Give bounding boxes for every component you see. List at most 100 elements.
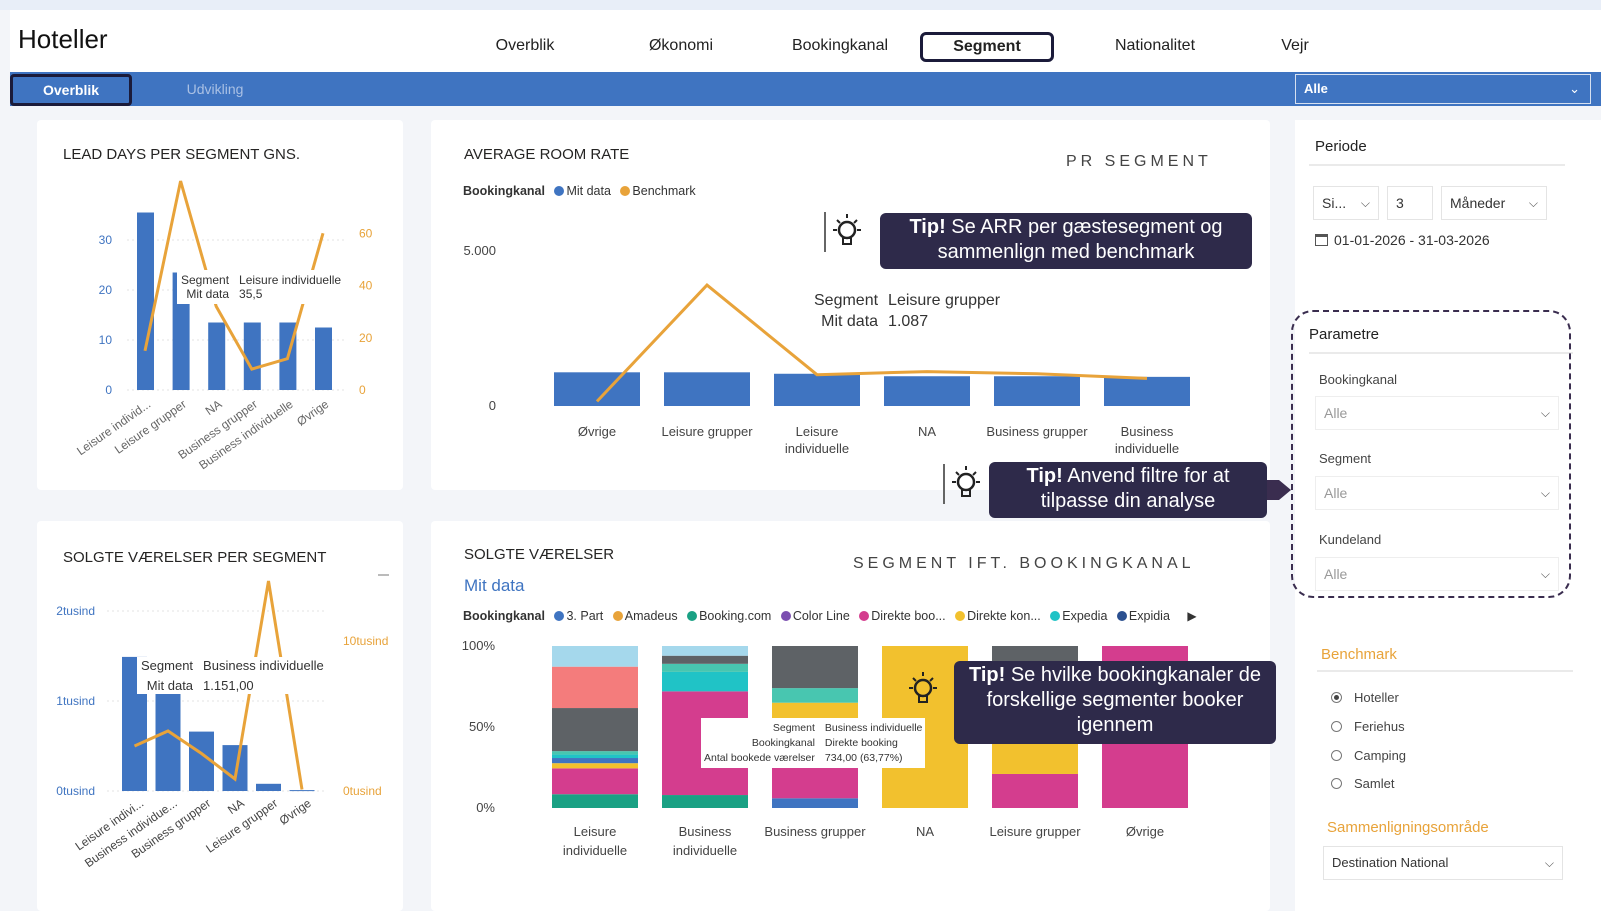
top-slicer[interactable]: Alle ⌄ (1295, 74, 1591, 104)
tooltip-value: Business individuelle (824, 722, 923, 734)
lead-days-tooltip: Segment Leisure individuelle Mit data 35,5 (177, 270, 346, 304)
tab-segment[interactable]: Segment (920, 32, 1054, 62)
tooltip-key: Antal bookede værelser (704, 752, 815, 764)
radio-label: Camping (1354, 748, 1407, 763)
y-tick-label-right: 40 (359, 279, 373, 293)
tab-nationalitet[interactable]: Nationalitet (1095, 32, 1215, 62)
lightbulb-icon (824, 212, 861, 252)
compare-area-dropdown[interactable]: Destination National ⌵ (1323, 846, 1563, 880)
top-slicer-value: Alle (1304, 81, 1328, 96)
radio-hoteller[interactable]: Hoteller (1331, 690, 1399, 705)
divider (1309, 164, 1565, 166)
stacked-bar-segment (662, 671, 748, 692)
tab-bookingkanal[interactable]: Bookingkanal (780, 32, 900, 62)
x-tick-label: NA (916, 824, 934, 839)
tooltip-key: Mit data (186, 287, 230, 301)
y-tick-label: 0 (105, 383, 112, 397)
lead-days-chart[interactable]: 01020300204060Leisure individ...Leisure … (37, 120, 403, 490)
tip-bold: Tip! (968, 664, 1006, 686)
period-count-value: 3 (1396, 195, 1404, 211)
x-tick-label: Leisure grupper (989, 824, 1081, 839)
x-tick-label: Øvrige (1126, 824, 1164, 839)
radio-label: Hoteller (1354, 690, 1399, 705)
date-range-text: 01-01-2026 - 31-03-2026 (1334, 232, 1490, 248)
stacked-bar-segment (662, 655, 748, 664)
stacked-bar-segment (552, 708, 638, 752)
tip-bold: Tip! (909, 216, 946, 238)
y-tick-label: 50% (469, 719, 495, 734)
tab-vejr[interactable]: Vejr (1255, 32, 1335, 62)
tooltip-key: Mit data (146, 678, 194, 693)
radio-samlet[interactable]: Samlet (1331, 776, 1394, 791)
x-tick-label: individuelle (563, 843, 627, 858)
subtab-udvikling[interactable]: Udvikling (160, 74, 270, 106)
bar (243, 322, 261, 390)
period-mode-value: Si... (1322, 195, 1347, 211)
y-tick-label-right: 0 (359, 383, 366, 397)
tooltip-value: 35,5 (239, 287, 263, 301)
subtab-overblik[interactable]: Overblik (10, 74, 132, 106)
tooltip-value: Direkte booking (824, 737, 898, 749)
sold-rooms-per-segment-chart[interactable]: 0tusind1tusind2tusind0tusind10tusindLeis… (37, 521, 403, 911)
bar (1104, 376, 1190, 406)
tab-okonomi[interactable]: Økonomi (626, 32, 736, 62)
y-tick-label: 0 (489, 398, 496, 413)
stacked-bar-segment (772, 688, 858, 703)
app-title: Hoteller (18, 24, 108, 54)
bar (137, 212, 154, 390)
arrow-right-icon (1279, 480, 1291, 500)
top-navigation: Hoteller Overblik Økonomi Bookingkanal S… (10, 10, 1601, 72)
period-unit-dropdown[interactable]: Måneder ⌵ (1441, 186, 1547, 220)
radio-icon (1331, 778, 1342, 789)
x-tick-label: Øvrige (277, 796, 314, 828)
period-count-input[interactable]: 3 (1387, 186, 1433, 220)
bar (884, 376, 970, 406)
radio-selected-icon (1331, 692, 1342, 703)
x-tick-label: NA (225, 796, 247, 817)
bar (774, 373, 860, 406)
bar (208, 322, 226, 390)
period-unit-value: Måneder (1450, 195, 1506, 211)
stacked-bar-segment (992, 773, 1078, 808)
tip-filters: Tip! Anvend filtre for at tilpasse din a… (989, 462, 1267, 518)
stacked-bar-segment (552, 758, 638, 764)
tooltip-key: Mit data (821, 313, 879, 330)
y-tick-label-right: 10tusind (343, 634, 388, 648)
radio-label: Feriehus (1354, 719, 1405, 734)
date-range[interactable]: 01-01-2026 - 31-03-2026 (1315, 232, 1490, 248)
stacked-bar-segment (662, 646, 748, 656)
x-tick-label: Øvrige (578, 424, 616, 439)
stacked-bar-segment (772, 646, 858, 689)
lightbulb-icon (943, 464, 980, 504)
y-tick-label: 10 (99, 333, 113, 347)
x-tick-label: Business grupper (764, 824, 866, 839)
tab-overblik[interactable]: Overblik (470, 32, 580, 62)
stacked-bar-segment (552, 751, 638, 755)
tooltip-key: Segment (814, 292, 879, 309)
tip-text: Anvend filtre for at tilpasse din analys… (1040, 465, 1230, 512)
sold-rooms-tooltip: Segment Business individuelle Mit data 1.1… (137, 657, 328, 694)
tooltip-key: Bookingkanal (751, 737, 815, 749)
tooltip-key: Segment (181, 273, 230, 287)
stacked-bar-segment (552, 754, 638, 759)
x-tick-label: individuelle (1115, 441, 1179, 456)
stacked-bar-segment (662, 663, 748, 672)
period-mode-dropdown[interactable]: Si... ⌵ (1313, 186, 1379, 220)
stacked-bar-segment (772, 798, 858, 808)
stacked-bar-segment (552, 794, 638, 808)
y-tick-label: 20 (99, 283, 113, 297)
y-tick-label: 2tusind (56, 604, 95, 618)
divider (1317, 670, 1573, 672)
x-tick-label: Leisure (574, 824, 617, 839)
chevron-down-icon: ⌄ (1569, 81, 1580, 96)
y-tick-label: 30 (99, 233, 113, 247)
compare-area-label: Sammenligningsområde (1327, 819, 1489, 836)
radio-feriehus[interactable]: Feriehus (1331, 719, 1405, 734)
stacked-bar-segment (552, 646, 638, 667)
lightbulb-icon (900, 668, 944, 712)
y-tick-label: 0tusind (56, 784, 95, 798)
stacked-bar-segment (552, 666, 638, 709)
radio-camping[interactable]: Camping (1331, 748, 1406, 763)
tooltip-value: 1.151,00 (203, 678, 254, 693)
bar (664, 372, 750, 406)
